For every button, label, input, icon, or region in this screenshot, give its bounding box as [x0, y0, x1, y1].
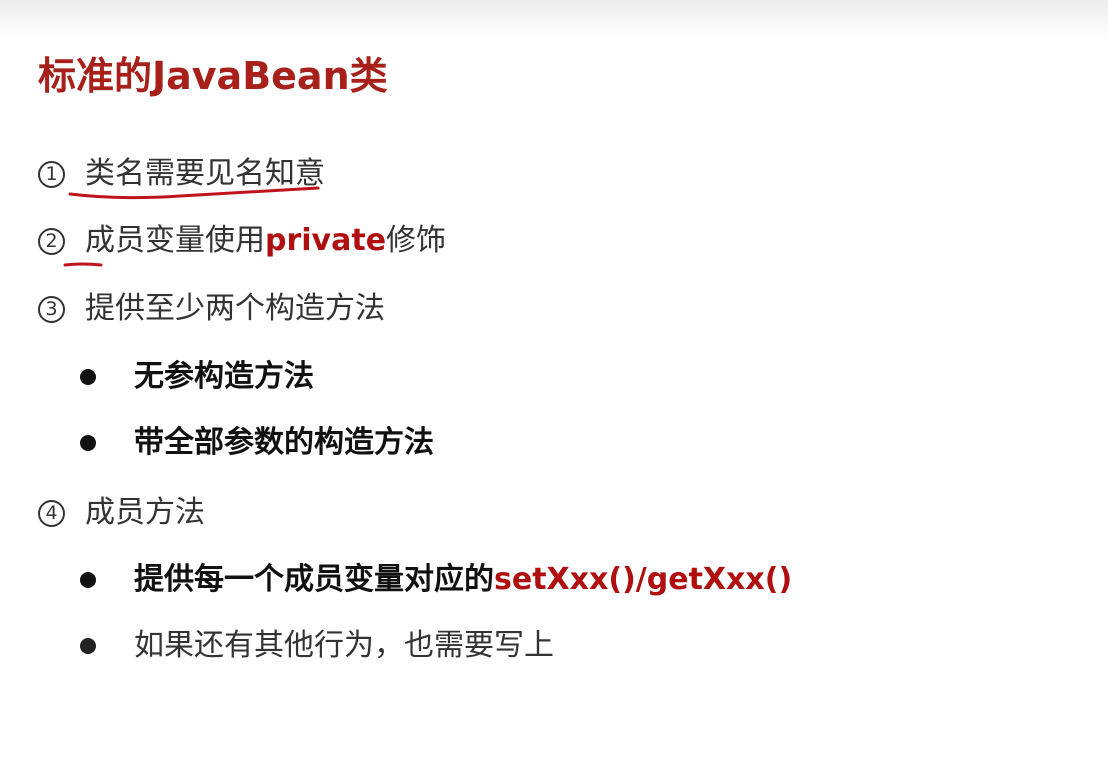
slide-title: 标准的JavaBean类	[38, 54, 388, 98]
sub-item-4-1-text: 提供每一个成员变量对应的	[134, 562, 494, 597]
sub-item-4-2: 如果还有其他行为，也需要写上	[80, 626, 554, 666]
list-item-1: 1 类名需要见名知意	[38, 154, 325, 194]
bullet-dot-icon	[80, 572, 96, 588]
circled-number-1-icon: 1	[38, 160, 65, 188]
sub-item-3-1: 无参构造方法	[80, 357, 314, 397]
list-item-2: 2 成员变量使用 private 修饰	[38, 221, 446, 261]
bullet-dot-icon	[80, 369, 96, 385]
sub-item-4-1-keyword: setXxx()/getXxx()	[494, 562, 793, 597]
list-item-4: 4 成员方法	[38, 493, 205, 533]
item-2-text-before: 成员变量使用	[85, 223, 265, 258]
circled-number-4-icon: 4	[38, 499, 65, 527]
list-item-3: 3 提供至少两个构造方法	[38, 289, 385, 329]
circled-number-2-icon: 2	[38, 227, 65, 255]
sub-item-3-2: 带全部参数的构造方法	[80, 423, 434, 463]
sub-item-3-1-text: 无参构造方法	[134, 359, 314, 394]
item-3-text: 提供至少两个构造方法	[85, 291, 385, 326]
sub-item-4-1: 提供每一个成员变量对应的 setXxx()/getXxx()	[80, 560, 792, 600]
sub-item-3-2-text: 带全部参数的构造方法	[134, 425, 434, 460]
circled-number-3-icon: 3	[38, 295, 65, 323]
bullet-dot-icon	[80, 638, 96, 654]
item-1-text: 类名需要见名知意	[85, 156, 325, 191]
top-shade	[0, 0, 1108, 40]
item-2-keyword: private	[265, 223, 387, 258]
item-4-text: 成员方法	[85, 495, 205, 530]
sub-item-4-2-text: 如果还有其他行为，也需要写上	[134, 628, 554, 663]
item-2-text-after: 修饰	[386, 223, 447, 258]
bullet-dot-icon	[80, 435, 96, 451]
